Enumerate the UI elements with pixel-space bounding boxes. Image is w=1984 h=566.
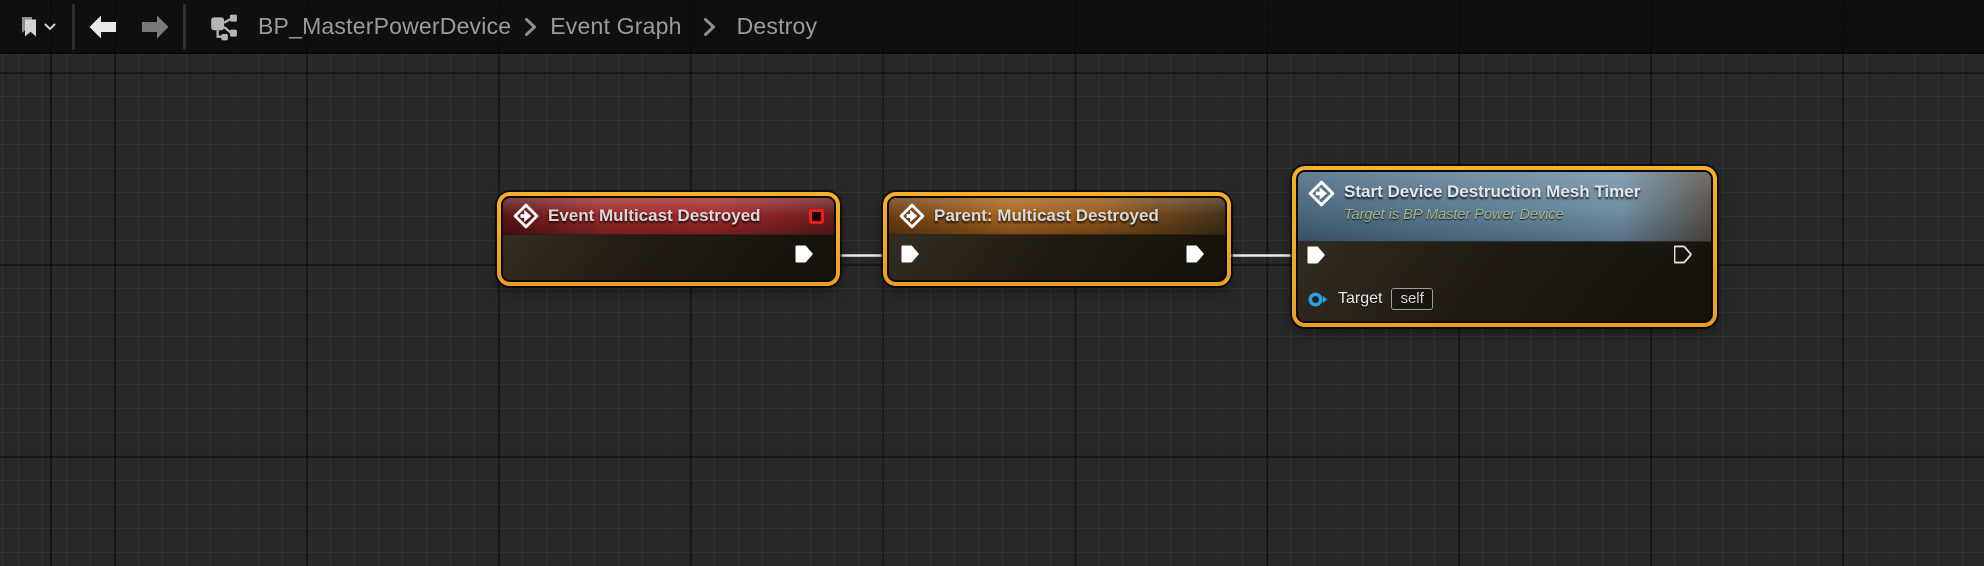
event-override-badge-icon — [809, 208, 824, 224]
node-title: Event Multicast Destroyed — [548, 206, 761, 225]
exec-out-pin[interactable] — [1186, 243, 1205, 265]
node-body — [503, 235, 834, 280]
event-diamond-icon — [1308, 180, 1335, 207]
node-subtitle: Target is BP Master Power Device — [1344, 206, 1564, 223]
nav-back-button[interactable] — [81, 7, 125, 47]
node-header[interactable]: Event Multicast Destroyed — [503, 198, 834, 235]
node-event-multicast-destroyed[interactable]: Event Multicast Destroyed — [497, 192, 840, 286]
breadcrumb-item-blueprint[interactable]: BP_MasterPowerDevice — [258, 13, 511, 40]
exec-in-pin[interactable] — [1307, 244, 1326, 266]
event-diamond-icon — [513, 203, 539, 229]
breadcrumb-chevron-icon — [524, 16, 537, 38]
toolbar-separator — [72, 3, 75, 50]
node-start-device-destruction-mesh-timer[interactable]: Start Device Destruction Mesh Timer Targ… — [1292, 166, 1717, 327]
exec-out-pin[interactable] — [795, 243, 814, 265]
nav-forward-button[interactable] — [133, 7, 177, 47]
node-parent-multicast-destroyed[interactable]: Parent: Multicast Destroyed — [883, 192, 1231, 286]
object-pin-icon[interactable] — [1308, 291, 1329, 308]
breadcrumb: BP_MasterPowerDevice Event Graph Destroy — [258, 13, 817, 40]
node-title: Parent: Multicast Destroyed — [934, 206, 1159, 225]
graph-toolbar: BP_MasterPowerDevice Event Graph Destroy — [0, 0, 1984, 54]
graph-hierarchy-icon — [208, 12, 238, 42]
event-diamond-icon — [899, 203, 925, 229]
chevron-down-icon — [44, 23, 56, 30]
blueprint-editor: Event Multicast Destroyed Parent: Multic… — [0, 0, 1984, 566]
breadcrumb-item-destroy[interactable]: Destroy — [737, 13, 818, 40]
arrow-left-icon — [89, 15, 116, 38]
bookmark-button[interactable] — [10, 7, 66, 47]
target-pin-label: Target — [1338, 290, 1383, 307]
breadcrumb-chevron-icon — [703, 16, 716, 38]
breadcrumb-item-event-graph[interactable]: Event Graph — [550, 13, 681, 40]
toolbar-separator — [183, 3, 186, 50]
exec-in-pin[interactable] — [901, 243, 920, 265]
node-header[interactable]: Parent: Multicast Destroyed — [889, 198, 1225, 235]
node-header[interactable]: Start Device Destruction Mesh Timer Targ… — [1298, 172, 1711, 242]
node-body — [889, 235, 1225, 280]
exec-out-pin[interactable] — [1674, 244, 1692, 265]
bookmark-icon — [22, 16, 36, 36]
target-pin-value[interactable]: self — [1391, 288, 1433, 310]
arrow-right-icon — [142, 15, 169, 38]
node-title: Start Device Destruction Mesh Timer — [1344, 182, 1641, 201]
target-pin-row: Target self — [1308, 286, 1433, 312]
